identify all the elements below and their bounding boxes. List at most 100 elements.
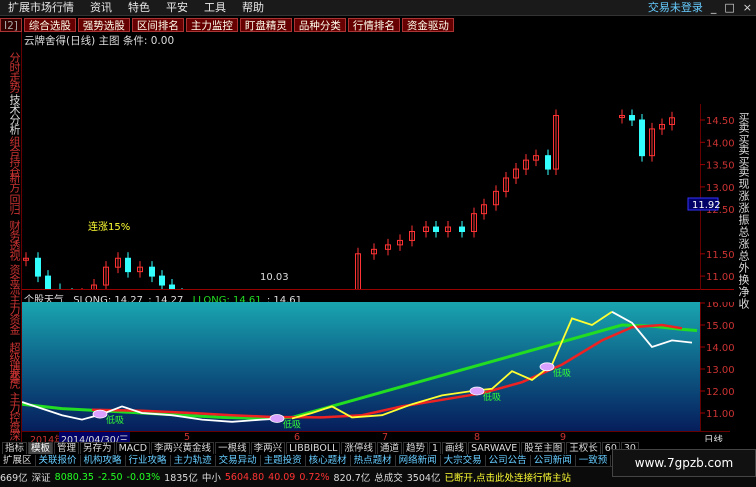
status-sme-vol: 820.7亿 — [333, 473, 371, 484]
fb-main-track[interactable]: 主力轨迹 — [171, 454, 216, 466]
tab-range-rank[interactable]: 区间排名 — [131, 17, 184, 32]
tab-ranking[interactable]: 行情排名 — [347, 17, 400, 32]
menu-extended-market[interactable]: 扩展市场行情 — [0, 0, 82, 16]
tab-fund-drive[interactable]: 资金驱动 — [401, 17, 454, 32]
tb-trend[interactable]: 趋势 — [402, 441, 428, 455]
left-tab-technical[interactable]: 技术分析 — [2, 94, 21, 134]
right-label-now: 现 — [737, 178, 750, 188]
buy-signal-label: 低吸 — [553, 367, 571, 379]
right-label-net: 净 — [737, 286, 750, 296]
price-tick-label: 14.00 — [706, 138, 734, 149]
candle-body — [459, 226, 465, 232]
left-tab-deep[interactable]: 深 — [2, 430, 21, 440]
buy-signal-icon — [469, 386, 485, 396]
close-icon[interactable]: × — [739, 0, 756, 16]
left-tab-intraday[interactable]: 分时走势 — [2, 52, 21, 92]
fb-theme[interactable]: 主题投资 — [261, 454, 306, 466]
menu-tools[interactable]: 工具 — [196, 0, 234, 16]
tb-draw[interactable]: 画线 — [442, 441, 468, 455]
candle-body — [545, 155, 551, 170]
menu-bar: 扩展市场行情 资讯 特色 平安 工具 帮助 交易未登录 _ □ × — [0, 0, 756, 16]
tb-channel[interactable]: 通道 — [376, 441, 402, 455]
minimize-icon[interactable]: _ — [707, 0, 721, 16]
sub-tick-label: 15.00 — [706, 321, 734, 332]
fb-company-news[interactable]: 公司新闻 — [531, 454, 576, 466]
sub-tick-label: 14.00 — [706, 343, 734, 354]
fb-trade-anomaly[interactable]: 交易异动 — [216, 454, 261, 466]
right-label-bid2: 买卖 — [737, 134, 750, 154]
fb-consensus[interactable]: 一致预 — [576, 454, 612, 466]
fb-web-news[interactable]: 网络新闻 — [396, 454, 441, 466]
status-sz-change: -2.50 — [97, 471, 123, 483]
tb-gold-line[interactable]: 李两兴黄金线 — [151, 441, 215, 455]
buy-signal-label: 低吸 — [483, 391, 501, 403]
tab-category[interactable]: 品种分类 — [293, 17, 346, 32]
weather-indicator-chart[interactable]: 16.0015.0014.0013.0012.0011.00 低吸 低吸低吸低吸 — [22, 302, 734, 431]
price-tick-label: 14.50 — [706, 116, 734, 127]
tb-li[interactable]: 李两兴 — [250, 441, 286, 455]
fb-institution[interactable]: 机构攻略 — [81, 454, 126, 466]
current-price-tag: 11.92 — [692, 200, 721, 211]
left-tab-finance[interactable]: 财务透视 — [2, 220, 21, 260]
fb-extension[interactable]: 扩展区 — [0, 454, 36, 466]
tb-sarwave[interactable]: SARWAVE — [468, 441, 521, 455]
candle-body — [433, 226, 439, 232]
tb-save-as[interactable]: 另存为 — [80, 441, 115, 455]
left-tab-new[interactable]: 新方 — [2, 172, 21, 192]
tb-wang[interactable]: 王权长 — [566, 441, 601, 455]
tb-indicator[interactable]: 指标 — [2, 441, 28, 455]
left-side-tabs: 分时走势 技术分析 组合持仓 新方 回归 财务透视 资金流 主力资金 超级博弈 … — [0, 32, 22, 442]
tb-manage[interactable]: 管理 — [54, 441, 80, 455]
right-label-total1: 总 — [737, 226, 750, 236]
tb-boll[interactable]: LIBBIBOLL — [286, 441, 341, 455]
tab-main-monitor[interactable]: 主力监控 — [185, 17, 238, 32]
connection-status[interactable]: 已断开,点击此处连接行情主站 — [444, 470, 571, 484]
menu-news[interactable]: 资讯 — [82, 0, 120, 16]
up-annotation: 连涨15% — [88, 220, 130, 233]
status-sz-index: 8080.35 — [54, 471, 94, 483]
tb-macd[interactable]: MACD — [115, 441, 151, 455]
buy-signal-icon — [539, 362, 555, 372]
tab-comprehensive-select[interactable]: 综合选股 — [23, 17, 76, 32]
site-watermark: www.7gpzb.com — [612, 449, 756, 477]
right-label-total2: 总 — [737, 250, 750, 260]
tab-strong-select[interactable]: 强势选股 — [77, 17, 130, 32]
sub-tick-label: 11.00 — [706, 409, 734, 420]
candlestick-chart[interactable]: 连涨15% 10.03 14.5014.0013.5013.0012.5011.… — [22, 44, 734, 290]
sub-tick-label: 16.00 — [706, 302, 734, 310]
date-axis: 2014年 2014/04/30/三 5 6 7 8 9 日线 — [22, 431, 730, 446]
tb-limit-line[interactable]: 涨停线 — [341, 441, 376, 455]
function-tabs: I2] 综合选股 强势选股 区间排名 主力监控 盯盘精灵 品种分类 行情排名 资… — [0, 17, 454, 32]
menu-help[interactable]: 帮助 — [234, 0, 272, 16]
fb-core-topic[interactable]: 核心题材 — [306, 454, 351, 466]
fb-block-trade[interactable]: 大宗交易 — [441, 454, 486, 466]
buy-signal-icon — [269, 414, 285, 423]
tab-watch-genie[interactable]: 盯盘精灵 — [239, 17, 292, 32]
login-status[interactable]: 交易未登录 — [644, 0, 707, 16]
right-label-up2: 涨 — [737, 202, 750, 212]
fb-related-quote[interactable]: 关联报价 — [36, 454, 81, 466]
price-tick-label: 13.50 — [706, 161, 734, 172]
buy-signal-icon — [92, 409, 108, 419]
tb-template[interactable]: 模板 — [28, 441, 54, 455]
left-tab-regression[interactable]: 回归 — [2, 194, 21, 214]
tb-to-main[interactable]: 股至主图 — [521, 441, 566, 455]
left-tab-portfolio[interactable]: 组合持仓 — [2, 136, 21, 176]
left-tab-control[interactable]: 主力控盘 — [2, 392, 21, 432]
left-tab-fund-flow[interactable]: 资金流 — [2, 264, 21, 294]
status-sme-pct: 0.72% — [299, 471, 330, 483]
left-tab-dragon[interactable]: 龙虎 — [2, 368, 21, 388]
sub-tick-label: 12.00 — [706, 387, 734, 398]
menu-features[interactable]: 特色 — [120, 0, 158, 16]
left-tab-main-fund[interactable]: 主力资金 — [2, 294, 21, 334]
maximize-icon[interactable]: □ — [720, 0, 738, 16]
right-label-amplitude: 振 — [737, 214, 750, 224]
tb-one-line[interactable]: 一根线 — [215, 441, 250, 455]
tab-left-edge[interactable]: I2] — [0, 17, 22, 32]
tb-one[interactable]: 1 — [429, 441, 442, 455]
fb-hot-topic[interactable]: 热点题材 — [351, 454, 396, 466]
candle-body — [149, 266, 155, 277]
fb-announcement[interactable]: 公司公告 — [486, 454, 531, 466]
menu-pingan[interactable]: 平安 — [158, 0, 196, 16]
fb-industry[interactable]: 行业攻略 — [126, 454, 171, 466]
